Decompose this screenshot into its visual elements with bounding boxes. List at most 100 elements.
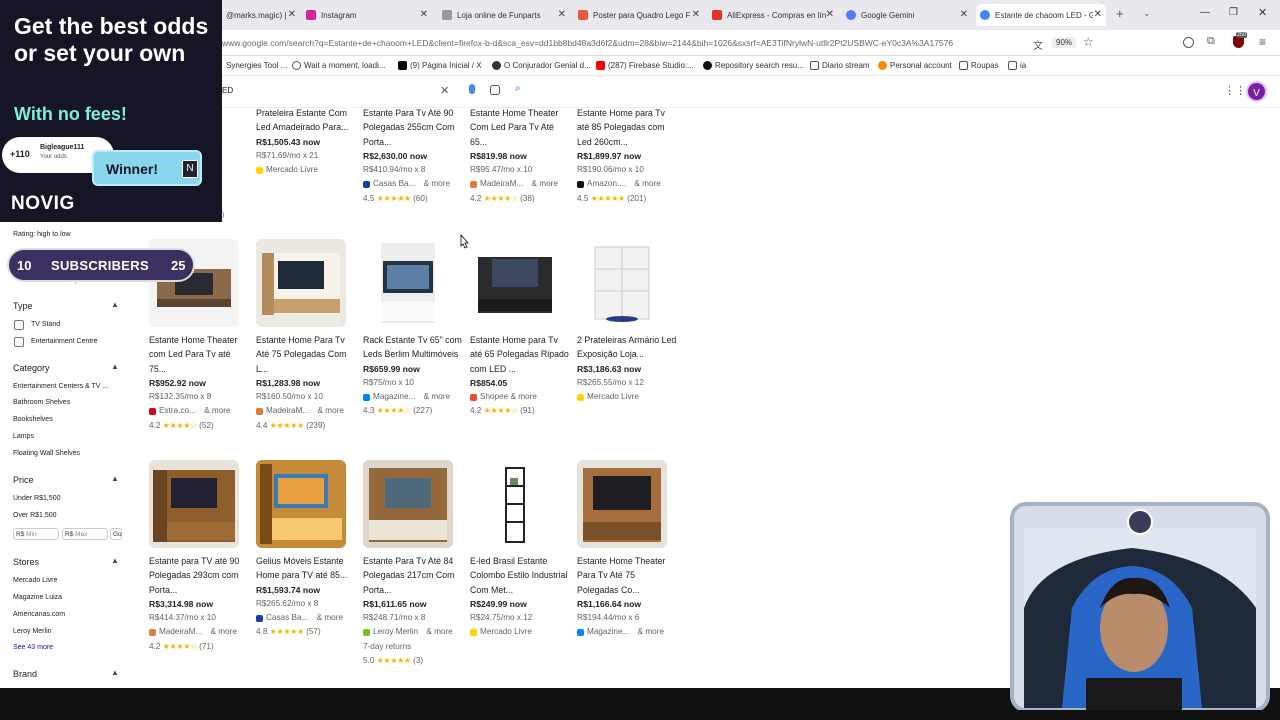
product-store[interactable]: Mercado Livre — [256, 163, 356, 177]
product-image[interactable] — [363, 460, 453, 548]
product-title[interactable]: Prateleira Estante Com Led Amadeirado Pa… — [256, 106, 356, 135]
tab-6-active[interactable]: Estante de chaoom LED - G ✕ — [976, 4, 1106, 26]
price-go-button[interactable]: Go — [110, 528, 122, 540]
product-store[interactable]: Amazon.... & more — [577, 177, 677, 191]
menu-icon[interactable]: ≡ — [1259, 35, 1266, 49]
close-icon[interactable]: ✕ — [420, 9, 428, 20]
see-more-stores-link[interactable]: See 43 more — [13, 644, 53, 651]
tab-0[interactable]: @marks.magic) | ✕ — [222, 4, 300, 26]
product-title[interactable]: Estante para TV até 90 Polegadas 293cm c… — [149, 554, 249, 597]
product-card[interactable]: Estante Para Tv Até 90 Polegadas 255cm C… — [363, 106, 463, 206]
bookmark-4[interactable]: (287) Firebase Studio:... — [596, 61, 694, 70]
product-title[interactable]: Estante Home para Tv até 65 Polegadas Ri… — [470, 333, 570, 376]
product-store[interactable]: MadeiraM... & more — [470, 177, 570, 191]
bookmark-1[interactable]: Wait a moment, loadi... — [292, 61, 386, 70]
filter-brand-heading[interactable]: Brand — [13, 669, 37, 679]
bookmark-9[interactable]: ia — [1008, 61, 1026, 70]
chevron-up-icon[interactable]: ▲ — [111, 556, 119, 565]
product-title[interactable]: Rack Estante Tv 65" com Leds Berlim Mult… — [363, 333, 463, 362]
price-option-1[interactable]: Over R$1,500 — [13, 512, 57, 519]
sort-rating-option[interactable]: Rating: high to low — [13, 231, 71, 238]
product-card[interactable]: Estante para TV até 90 Polegadas 293cm c… — [149, 554, 249, 654]
product-card[interactable]: E-led Brasil Estante Colombo Estilo Indu… — [470, 554, 570, 640]
product-title[interactable]: Estante Home Theater Para Tv Até 75 Pole… — [577, 554, 677, 597]
new-tab-icon[interactable]: + — [1116, 6, 1124, 21]
chevron-up-icon[interactable]: ▲ — [111, 668, 119, 677]
product-store[interactable]: Mercado Livre — [577, 390, 677, 404]
product-image[interactable] — [363, 239, 453, 327]
search-input[interactable]: ED — [222, 86, 233, 95]
type-option-0[interactable]: TV Stand — [31, 321, 60, 328]
chevron-up-icon[interactable]: ▲ — [111, 300, 119, 309]
store-option-0[interactable]: Mercado Livre — [13, 577, 57, 584]
category-option-4[interactable]: Floating Wall Shelves — [13, 450, 80, 457]
store-option-3[interactable]: Leroy Merlin — [13, 628, 52, 635]
translate-icon[interactable]: 文 — [1033, 37, 1043, 52]
price-max-input[interactable]: R$ Max — [62, 528, 108, 540]
type-option-1[interactable]: Entertainment Centre — [31, 338, 98, 345]
product-card[interactable]: Prateleira Estante Com Led Amadeirado Pa… — [256, 106, 356, 177]
product-card[interactable]: Estante Home Theater Com Led Para Tv Até… — [470, 106, 570, 206]
close-icon[interactable]: ✕ — [960, 9, 968, 20]
product-card[interactable]: Estante Home para Tv até 65 Polegadas Ri… — [470, 333, 570, 419]
product-card[interactable]: Estante Home Para Tv Até 75 Polegadas Co… — [256, 333, 356, 433]
chevron-up-icon[interactable]: ▲ — [111, 474, 119, 483]
product-title[interactable]: Estante Para Tv Até 90 Polegadas 255cm C… — [363, 106, 463, 149]
search-icon[interactable]: ⌕ — [515, 83, 521, 94]
product-store[interactable]: Mercado Livre — [470, 625, 570, 639]
category-option-2[interactable]: Bookshelves — [13, 416, 53, 423]
filter-price-heading[interactable]: Price — [13, 475, 34, 485]
tab-3[interactable]: Poster para Quadro Lego F ✕ — [574, 4, 704, 26]
bookmark-2[interactable]: (9) Página Inicial / X — [398, 61, 482, 70]
product-title[interactable]: Estante Home Theater Com Led Para Tv Até… — [470, 106, 570, 149]
filter-stores-heading[interactable]: Stores — [13, 557, 39, 567]
filter-type-heading[interactable]: Type — [13, 301, 33, 311]
filter-category-heading[interactable]: Category — [13, 363, 50, 373]
product-title[interactable]: Estante Para Tv Até 84 Polegadas 217cm C… — [363, 554, 463, 597]
store-option-1[interactable]: Magazine Luiza — [13, 594, 62, 601]
product-store[interactable]: MadeiraM... & more — [149, 625, 249, 639]
bookmark-6[interactable]: Diario stream — [810, 61, 870, 70]
price-option-0[interactable]: Under R$1,500 — [13, 495, 60, 502]
lens-icon[interactable] — [490, 85, 500, 95]
close-icon[interactable]: ✕ — [692, 9, 700, 20]
novig-ad-overlay[interactable]: Get the best odds or set your own With n… — [0, 0, 222, 222]
avatar[interactable]: V — [1246, 81, 1267, 102]
product-image[interactable] — [256, 239, 346, 327]
product-image[interactable] — [470, 460, 560, 548]
product-card[interactable]: Estante Home para Tv até 85 Polegadas co… — [577, 106, 677, 206]
close-icon[interactable]: ✕ — [1094, 9, 1102, 20]
product-image[interactable] — [577, 239, 667, 327]
close-icon[interactable]: ✕ — [558, 9, 566, 20]
close-icon[interactable]: ✕ — [288, 9, 296, 20]
window-close-icon[interactable]: ✕ — [1258, 6, 1267, 19]
product-store[interactable]: Magazine... & more — [363, 390, 463, 404]
product-title[interactable]: Estante Home para Tv até 85 Polegadas co… — [577, 106, 677, 149]
tab-2[interactable]: Loja online de Funparts ✕ — [438, 4, 570, 26]
product-card[interactable]: Gelius Móveis Estante Home para TV até 8… — [256, 554, 356, 640]
product-store[interactable]: Leroy Merlin & more — [363, 625, 463, 639]
bookmark-8[interactable]: Roupas — [959, 61, 999, 70]
maximize-icon[interactable]: ❐ — [1229, 7, 1238, 18]
bookmark-5[interactable]: Repository search resu... — [703, 61, 804, 70]
zoom-level[interactable]: 90% — [1052, 37, 1077, 48]
product-image[interactable] — [470, 239, 560, 327]
minimize-icon[interactable]: — — [1200, 7, 1210, 18]
bookmark-star-icon[interactable]: ☆ — [1083, 35, 1094, 49]
category-option-1[interactable]: Bathroom Shelves — [13, 399, 70, 406]
extensions-icon[interactable]: ⧉ — [1207, 35, 1215, 48]
tab-4[interactable]: AliExpress - Compras en lín ✕ — [708, 4, 838, 26]
clear-search-icon[interactable]: ✕ — [440, 84, 449, 97]
product-store[interactable]: Shopee & more — [470, 390, 570, 404]
product-store[interactable]: Extra.co... & more — [149, 404, 249, 418]
product-store[interactable]: Casas Ba... & more — [256, 611, 356, 625]
apps-grid-icon[interactable]: ⋮⋮ — [1224, 84, 1246, 97]
product-card[interactable]: 2 Prateleiras Armário Led Exposição Loja… — [577, 333, 677, 404]
category-option-3[interactable]: Lamps — [13, 433, 34, 440]
product-card[interactable]: Estante Home Theater Para Tv Até 75 Pole… — [577, 554, 677, 640]
tab-5[interactable]: Google Gemini ✕ — [842, 4, 972, 26]
category-option-0[interactable]: Entertainment Centers & TV ... — [13, 383, 108, 390]
mic-icon[interactable] — [469, 84, 475, 94]
product-image[interactable] — [149, 460, 239, 548]
product-card[interactable]: Rack Estante Tv 65" com Leds Berlim Mult… — [363, 333, 463, 419]
